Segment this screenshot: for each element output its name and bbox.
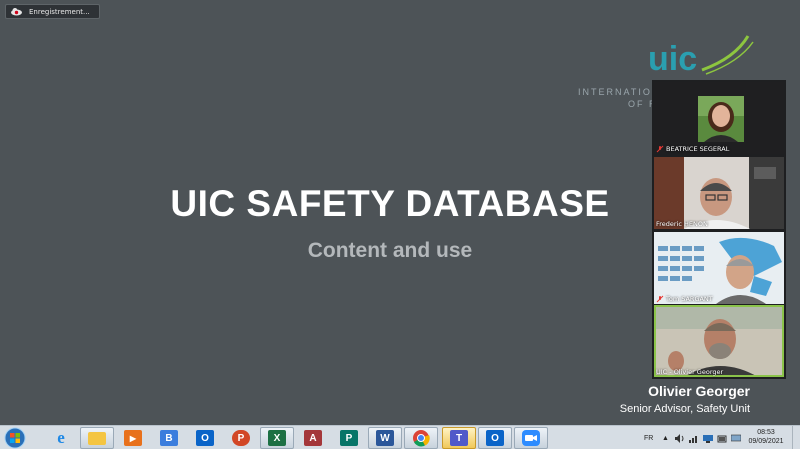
bluejeans-icon: B <box>160 430 178 446</box>
display-icon[interactable] <box>731 426 741 449</box>
chrome-icon <box>413 430 430 447</box>
folder-icon <box>88 431 106 445</box>
participants-panel[interactable]: BEATRICE SEGERAL Frederic HENON Tom SARG… <box>652 80 786 379</box>
clock-time: 08:53 <box>757 429 775 436</box>
network-icon[interactable] <box>703 426 713 449</box>
taskbar-access[interactable]: A <box>296 427 330 449</box>
windows-taskbar[interactable]: e ▶ B O P X A P W T O FR ▲ 08:53 09/09/2… <box>0 425 800 449</box>
taskbar-internet-explorer[interactable]: e <box>44 427 78 449</box>
speaker-name: Olivier Georger <box>648 383 750 399</box>
participant-tile[interactable]: BEATRICE SEGERAL <box>654 82 784 154</box>
participant-name-label: UIC - Olivier Georger <box>656 368 724 376</box>
participant-name-label: Frederic HENON <box>656 220 708 228</box>
participant-video-frederic <box>654 157 784 229</box>
recording-label: Enregistrement... <box>29 7 90 16</box>
network-signal-icon[interactable] <box>689 426 699 449</box>
slide-title: UIC SAFETY DATABASE <box>170 183 610 224</box>
recording-indicator[interactable]: Enregistrement... <box>5 4 100 19</box>
taskbar-chrome[interactable] <box>404 427 438 449</box>
powerpoint-icon: P <box>232 430 250 446</box>
participant-name-label: BEATRICE SEGERAL <box>656 145 729 153</box>
media-player-icon: ▶ <box>124 430 142 446</box>
taskbar-bluejeans[interactable]: B <box>152 427 186 449</box>
outlook-icon: O <box>486 430 504 446</box>
taskbar-media-player[interactable]: ▶ <box>116 427 150 449</box>
mic-muted-icon <box>656 295 664 303</box>
slide-subtitle: Content and use <box>307 239 473 262</box>
taskbar-publisher[interactable]: P <box>332 427 366 449</box>
show-desktop-button[interactable] <box>792 426 800 449</box>
participant-video-olivier <box>654 305 784 377</box>
language-indicator[interactable]: FR <box>644 426 653 449</box>
word-icon: W <box>376 430 394 446</box>
participant-name-label: Tom SARGANT <box>656 295 713 303</box>
mic-muted-icon <box>656 145 664 153</box>
taskbar-zoom[interactable] <box>514 427 548 449</box>
access-icon: A <box>304 430 322 446</box>
zoom-icon <box>522 430 540 446</box>
participant-video-tom <box>654 232 784 304</box>
taskbar-word[interactable]: W <box>368 427 402 449</box>
teams-icon: T <box>450 430 468 446</box>
svg-text:uic: uic <box>648 40 697 78</box>
taskbar-clock[interactable]: 08:53 09/09/2021 <box>745 428 787 446</box>
cloud-record-icon <box>9 7 23 17</box>
start-button[interactable] <box>2 427 28 449</box>
clock-date: 09/09/2021 <box>748 438 784 445</box>
outlook-icon: O <box>196 430 214 446</box>
speaker-icon[interactable] <box>675 426 685 449</box>
tray-expand-icon[interactable]: ▲ <box>662 426 669 449</box>
excel-icon: X <box>268 430 286 446</box>
taskbar-file-explorer[interactable] <box>80 427 114 449</box>
participant-tile[interactable]: Tom SARGANT <box>654 232 784 304</box>
taskbar-outlook-2[interactable]: O <box>478 427 512 449</box>
speaker-role: Senior Advisor, Safety Unit <box>619 403 750 415</box>
participant-tile[interactable]: Frederic HENON <box>654 157 784 229</box>
taskbar-outlook[interactable]: O <box>188 427 222 449</box>
windows-logo-icon <box>4 427 26 449</box>
taskbar-excel[interactable]: X <box>260 427 294 449</box>
participant-tile-active[interactable]: UIC - Olivier Georger <box>654 305 784 377</box>
taskbar-teams[interactable]: T <box>442 427 476 449</box>
publisher-icon: P <box>340 430 358 446</box>
taskbar-powerpoint[interactable]: P <box>224 427 258 449</box>
uic-logo: uic <box>640 32 760 82</box>
battery-icon[interactable] <box>717 426 727 449</box>
participant-video-beatrice <box>698 96 744 142</box>
internet-explorer-icon: e <box>57 428 65 447</box>
